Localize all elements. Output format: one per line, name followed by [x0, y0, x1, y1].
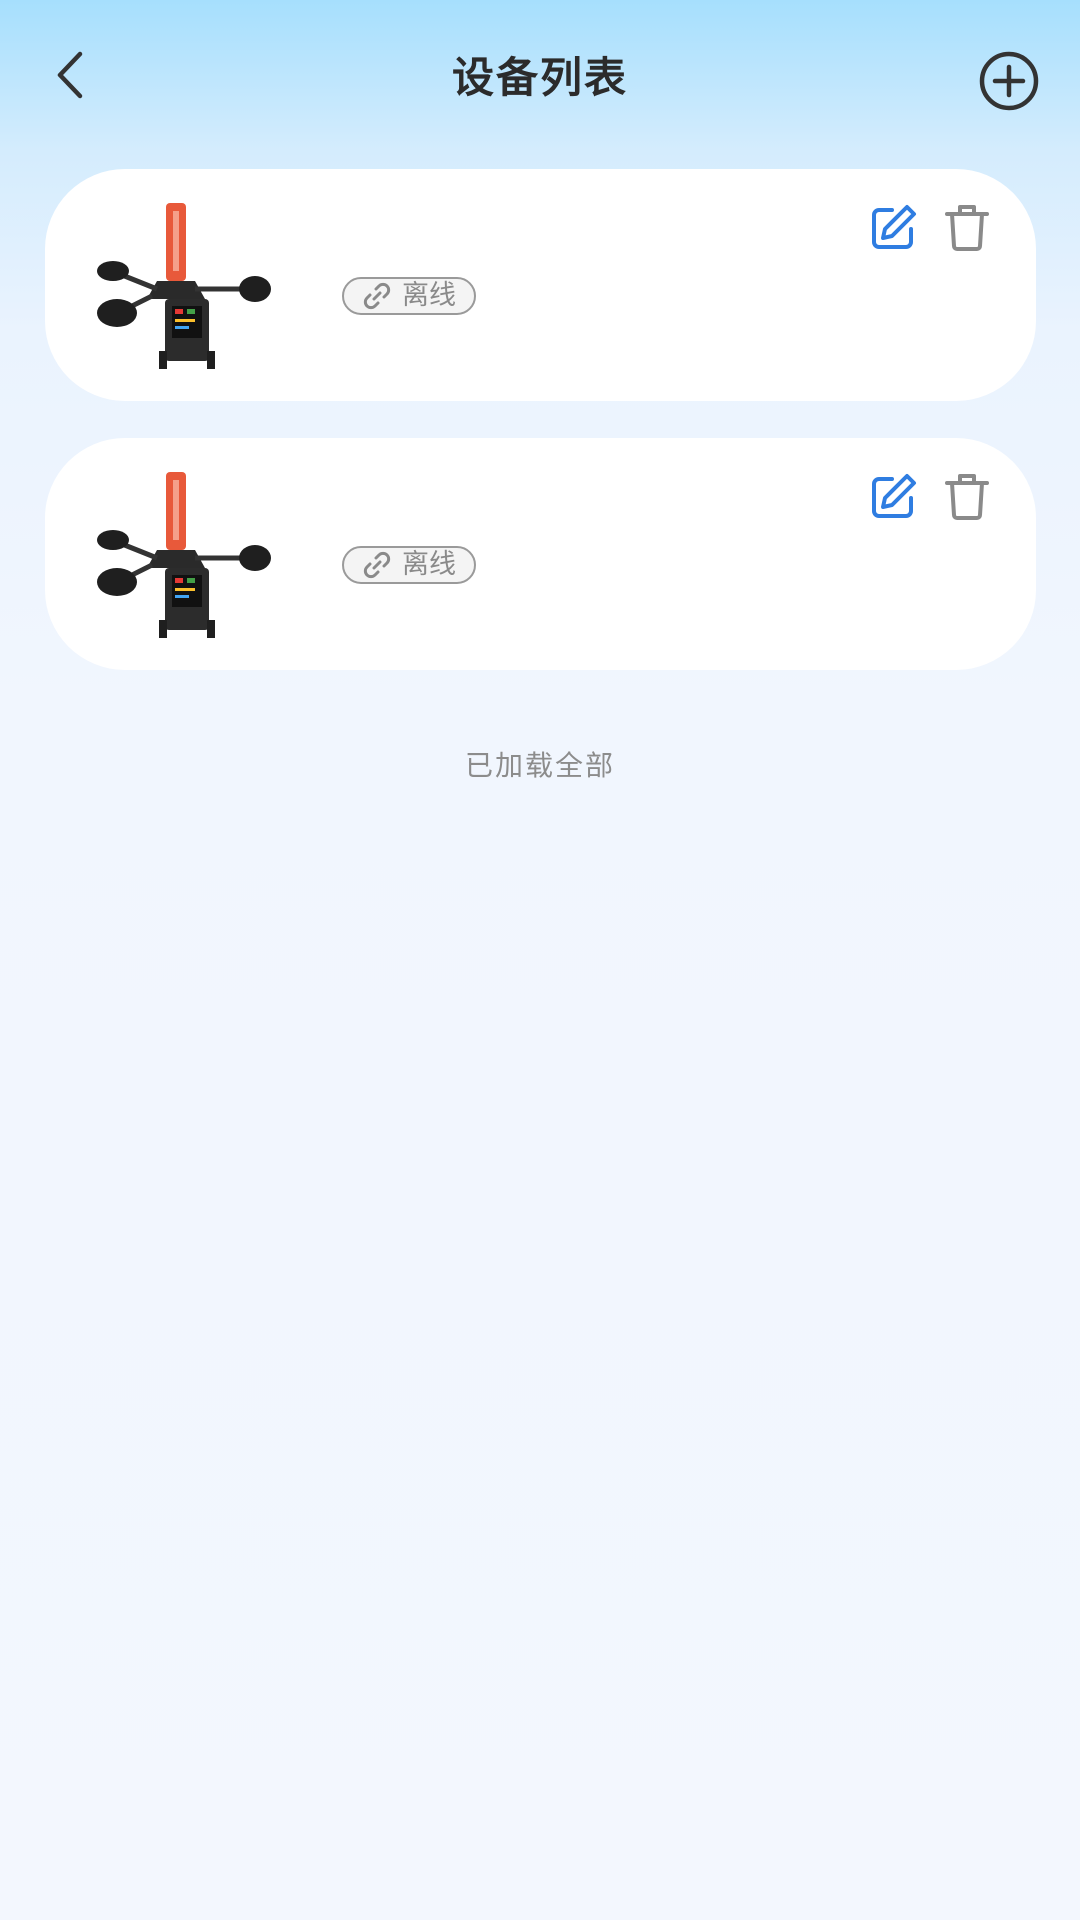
status-badge: 离线: [342, 277, 476, 315]
edit-button[interactable]: [868, 203, 918, 253]
edit-button[interactable]: [868, 472, 918, 522]
edit-icon: [872, 474, 916, 518]
delete-button[interactable]: [943, 471, 991, 521]
add-device-button[interactable]: [978, 50, 1040, 112]
delete-button[interactable]: [943, 202, 991, 252]
status-badge: 离线: [342, 546, 476, 584]
app-header: 设备列表: [0, 0, 1080, 155]
page-title: 设备列表: [451, 53, 628, 102]
status-label: 离线: [402, 280, 456, 311]
link-icon: [363, 551, 391, 579]
device-card[interactable]: 离线: [45, 438, 1036, 670]
device-image: [97, 201, 277, 371]
device-image: [97, 470, 277, 640]
plus-circle-icon: [979, 51, 1039, 111]
trash-icon: [945, 205, 989, 251]
loaded-all-text: 已加载全部: [464, 749, 615, 782]
device-card[interactable]: 离线: [45, 169, 1036, 401]
status-label: 离线: [402, 549, 456, 580]
trash-icon: [945, 474, 989, 520]
link-icon: [363, 282, 391, 310]
edit-icon: [872, 205, 916, 249]
